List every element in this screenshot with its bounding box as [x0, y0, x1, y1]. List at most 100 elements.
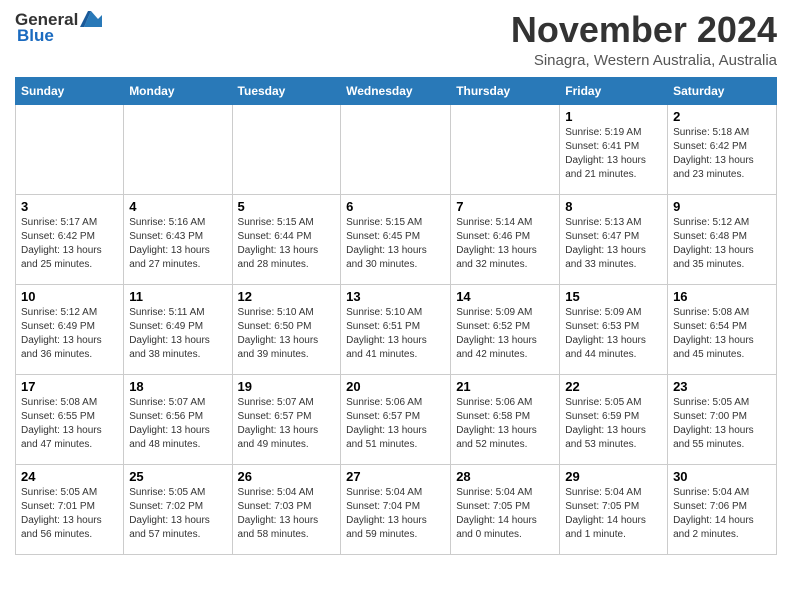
calendar-cell: 4 Sunrise: 5:16 AMSunset: 6:43 PMDaylight… — [124, 194, 232, 284]
day-info: Sunrise: 5:07 AMSunset: 6:57 PMDaylight:… — [238, 396, 336, 452]
calendar-header: SundayMondayTuesdayWednesdayThursdayFrid… — [16, 77, 777, 104]
calendar-cell: 27 Sunrise: 5:04 AMSunset: 7:04 PMDayligh… — [341, 464, 451, 554]
day-number: 30 — [673, 469, 771, 484]
day-info: Sunrise: 5:12 AMSunset: 6:49 PMDaylight:… — [21, 306, 118, 362]
day-number: 6 — [346, 199, 445, 214]
calendar-table: SundayMondayTuesdayWednesdayThursdayFrid… — [15, 77, 777, 555]
calendar-cell: 19 Sunrise: 5:07 AMSunset: 6:57 PMDayligh… — [232, 374, 341, 464]
weekday-header-saturday: Saturday — [668, 77, 777, 104]
day-number: 21 — [456, 379, 554, 394]
calendar-cell: 21 Sunrise: 5:06 AMSunset: 6:58 PMDayligh… — [451, 374, 560, 464]
calendar-cell: 14Sunrise: 5:09 AMSunset: 6:52 PMDayligh… — [451, 284, 560, 374]
calendar-cell — [232, 104, 341, 194]
day-info: Sunrise: 5:05 AMSunset: 7:02 PMDaylight:… — [129, 486, 226, 542]
day-number: 2 — [673, 109, 771, 124]
calendar-body: 1 Sunrise: 5:19 AMSunset: 6:41 PMDaylight… — [16, 104, 777, 554]
calendar-cell: 2 Sunrise: 5:18 AMSunset: 6:42 PMDaylight… — [668, 104, 777, 194]
weekday-header-tuesday: Tuesday — [232, 77, 341, 104]
calendar-cell: 28 Sunrise: 5:04 AMSunset: 7:05 PMDayligh… — [451, 464, 560, 554]
day-number: 1 — [565, 109, 662, 124]
calendar-cell: 22Sunrise: 5:05 AMSunset: 6:59 PMDayligh… — [560, 374, 668, 464]
weekday-header-thursday: Thursday — [451, 77, 560, 104]
logo-icon — [80, 9, 102, 29]
day-number: 20 — [346, 379, 445, 394]
calendar-cell — [124, 104, 232, 194]
logo-blue-text: Blue — [17, 26, 54, 46]
day-number: 12 — [238, 289, 336, 304]
day-number: 18 — [129, 379, 226, 394]
day-number: 11 — [129, 289, 226, 304]
day-info: Sunrise: 5:19 AMSunset: 6:41 PMDaylight:… — [565, 126, 662, 182]
day-number: 23 — [673, 379, 771, 394]
calendar-cell — [341, 104, 451, 194]
day-number: 24 — [21, 469, 118, 484]
calendar-cell — [16, 104, 124, 194]
calendar-cell: 15Sunrise: 5:09 AMSunset: 6:53 PMDayligh… — [560, 284, 668, 374]
day-info: Sunrise: 5:05 AMSunset: 7:00 PMDaylight:… — [673, 396, 771, 452]
title-block: November 2024 Sinagra, Western Australia… — [511, 10, 777, 69]
calendar-cell: 20 Sunrise: 5:06 AMSunset: 6:57 PMDayligh… — [341, 374, 451, 464]
day-info: Sunrise: 5:10 AMSunset: 6:50 PMDaylight:… — [238, 306, 336, 362]
day-info: Sunrise: 5:04 AMSunset: 7:03 PMDaylight:… — [238, 486, 336, 542]
day-number: 26 — [238, 469, 336, 484]
day-info: Sunrise: 5:04 AMSunset: 7:04 PMDaylight:… — [346, 486, 445, 542]
calendar-cell: 25 Sunrise: 5:05 AMSunset: 7:02 PMDayligh… — [124, 464, 232, 554]
calendar-cell: 1 Sunrise: 5:19 AMSunset: 6:41 PMDaylight… — [560, 104, 668, 194]
day-info: Sunrise: 5:06 AMSunset: 6:58 PMDaylight:… — [456, 396, 554, 452]
calendar-cell: 11 Sunrise: 5:11 AMSunset: 6:49 PMDayligh… — [124, 284, 232, 374]
month-title: November 2024 — [511, 10, 777, 50]
day-number: 27 — [346, 469, 445, 484]
calendar-week-3: 10 Sunrise: 5:12 AMSunset: 6:49 PMDayligh… — [16, 284, 777, 374]
day-number: 4 — [129, 199, 226, 214]
calendar-week-1: 1 Sunrise: 5:19 AMSunset: 6:41 PMDaylight… — [16, 104, 777, 194]
calendar-cell: 10 Sunrise: 5:12 AMSunset: 6:49 PMDayligh… — [16, 284, 124, 374]
weekday-header-friday: Friday — [560, 77, 668, 104]
day-info: Sunrise: 5:12 AMSunset: 6:48 PMDaylight:… — [673, 216, 771, 272]
calendar-cell — [451, 104, 560, 194]
day-number: 29 — [565, 469, 662, 484]
day-number: 14 — [456, 289, 554, 304]
day-info: Sunrise: 5:07 AMSunset: 6:56 PMDaylight:… — [129, 396, 226, 452]
day-number: 25 — [129, 469, 226, 484]
day-number: 19 — [238, 379, 336, 394]
day-number: 5 — [238, 199, 336, 214]
day-number: 16 — [673, 289, 771, 304]
day-info: Sunrise: 5:15 AMSunset: 6:45 PMDaylight:… — [346, 216, 445, 272]
day-info: Sunrise: 5:11 AMSunset: 6:49 PMDaylight:… — [129, 306, 226, 362]
calendar-cell: 6 Sunrise: 5:15 AMSunset: 6:45 PMDaylight… — [341, 194, 451, 284]
calendar-cell: 23 Sunrise: 5:05 AMSunset: 7:00 PMDayligh… — [668, 374, 777, 464]
calendar-cell: 13 Sunrise: 5:10 AMSunset: 6:51 PMDayligh… — [341, 284, 451, 374]
calendar-cell: 12 Sunrise: 5:10 AMSunset: 6:50 PMDayligh… — [232, 284, 341, 374]
day-info: Sunrise: 5:14 AMSunset: 6:46 PMDaylight:… — [456, 216, 554, 272]
day-info: Sunrise: 5:18 AMSunset: 6:42 PMDaylight:… — [673, 126, 771, 182]
day-info: Sunrise: 5:04 AMSunset: 7:06 PMDaylight:… — [673, 486, 771, 542]
weekday-header-wednesday: Wednesday — [341, 77, 451, 104]
day-number: 13 — [346, 289, 445, 304]
weekday-header-monday: Monday — [124, 77, 232, 104]
day-info: Sunrise: 5:08 AMSunset: 6:55 PMDaylight:… — [21, 396, 118, 452]
location-subtitle: Sinagra, Western Australia, Australia — [511, 52, 777, 69]
calendar-week-4: 17Sunrise: 5:08 AMSunset: 6:55 PMDayligh… — [16, 374, 777, 464]
calendar-cell: 18 Sunrise: 5:07 AMSunset: 6:56 PMDayligh… — [124, 374, 232, 464]
day-info: Sunrise: 5:16 AMSunset: 6:43 PMDaylight:… — [129, 216, 226, 272]
logo: General Blue — [15, 10, 102, 46]
calendar-week-2: 3 Sunrise: 5:17 AMSunset: 6:42 PMDaylight… — [16, 194, 777, 284]
weekday-header-sunday: Sunday — [16, 77, 124, 104]
calendar-cell: 26 Sunrise: 5:04 AMSunset: 7:03 PMDayligh… — [232, 464, 341, 554]
day-info: Sunrise: 5:15 AMSunset: 6:44 PMDaylight:… — [238, 216, 336, 272]
day-info: Sunrise: 5:06 AMSunset: 6:57 PMDaylight:… — [346, 396, 445, 452]
day-number: 10 — [21, 289, 118, 304]
calendar-cell: 7Sunrise: 5:14 AMSunset: 6:46 PMDaylight… — [451, 194, 560, 284]
calendar-cell: 29Sunrise: 5:04 AMSunset: 7:05 PMDayligh… — [560, 464, 668, 554]
day-info: Sunrise: 5:09 AMSunset: 6:53 PMDaylight:… — [565, 306, 662, 362]
day-info: Sunrise: 5:04 AMSunset: 7:05 PMDaylight:… — [456, 486, 554, 542]
day-info: Sunrise: 5:05 AMSunset: 7:01 PMDaylight:… — [21, 486, 118, 542]
day-number: 8 — [565, 199, 662, 214]
day-info: Sunrise: 5:10 AMSunset: 6:51 PMDaylight:… — [346, 306, 445, 362]
page-header: General Blue November 2024 Sinagra, West… — [15, 10, 777, 69]
calendar-cell: 16Sunrise: 5:08 AMSunset: 6:54 PMDayligh… — [668, 284, 777, 374]
day-info: Sunrise: 5:05 AMSunset: 6:59 PMDaylight:… — [565, 396, 662, 452]
day-number: 28 — [456, 469, 554, 484]
day-info: Sunrise: 5:17 AMSunset: 6:42 PMDaylight:… — [21, 216, 118, 272]
day-number: 3 — [21, 199, 118, 214]
